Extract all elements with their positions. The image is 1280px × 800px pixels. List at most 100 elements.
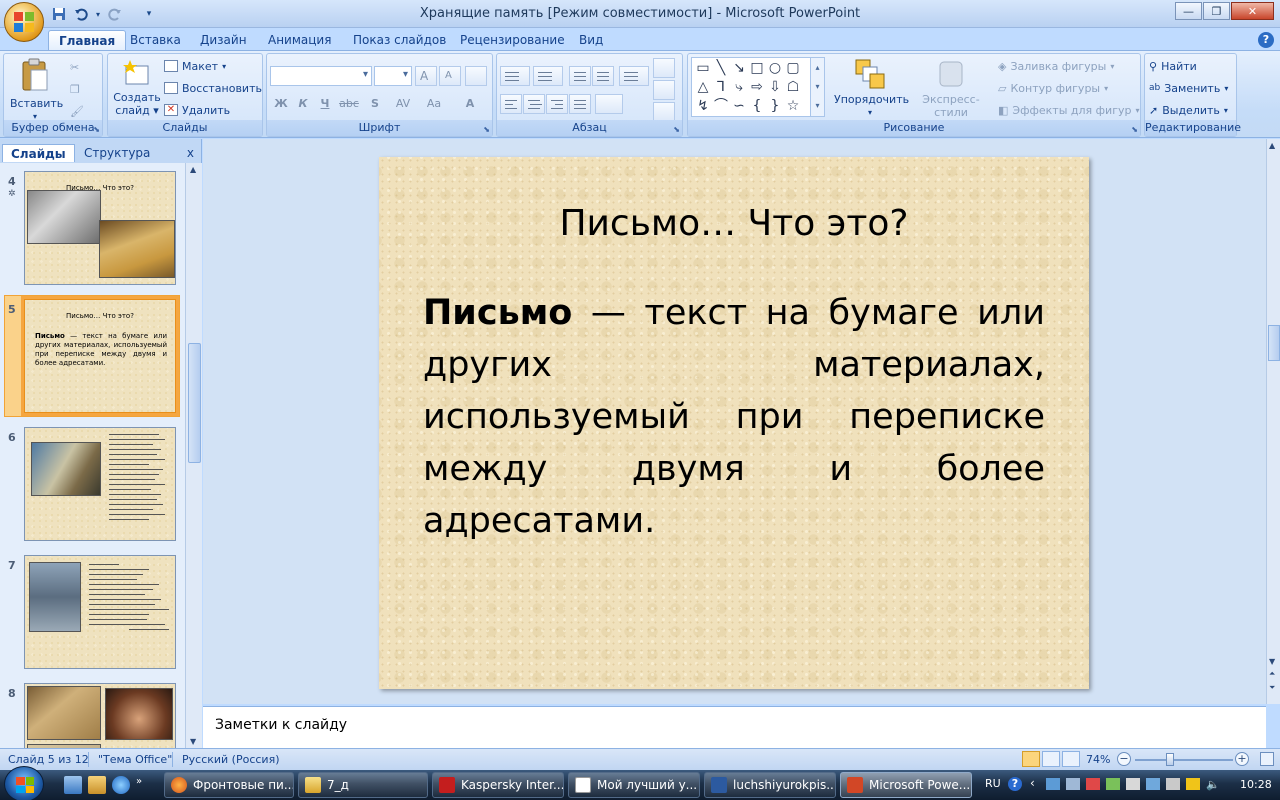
shrink-font-button[interactable]: A bbox=[439, 66, 461, 86]
thumbnail-scrollbar[interactable]: ▲ ▼ bbox=[185, 163, 202, 748]
align-left-button[interactable] bbox=[500, 94, 522, 114]
tab-view[interactable]: Вид bbox=[569, 30, 613, 50]
rectangle-shape-icon[interactable]: □ bbox=[748, 59, 766, 77]
delete-button[interactable]: ✕ Удалить bbox=[164, 101, 230, 119]
zoom-slider-thumb[interactable] bbox=[1165, 753, 1174, 766]
arrow-line-shape-icon[interactable]: ↘ bbox=[730, 59, 748, 77]
left-brace-shape-icon[interactable]: { bbox=[748, 97, 766, 115]
show-desktop-icon[interactable] bbox=[64, 776, 82, 794]
font-color-button[interactable]: A bbox=[457, 94, 483, 114]
antivirus-tray-icon[interactable] bbox=[1086, 778, 1100, 790]
slide-thumbnail-8[interactable] bbox=[24, 683, 176, 748]
elbow-connector-shape-icon[interactable]: ⅂ bbox=[712, 78, 730, 96]
underline-button[interactable]: Ч bbox=[315, 94, 335, 114]
slide-thumbnail-6[interactable] bbox=[24, 427, 176, 541]
clock[interactable]: 10:28 bbox=[1240, 778, 1272, 800]
rounded-rect-shape-icon[interactable]: ▢ bbox=[784, 59, 802, 77]
align-text-button[interactable] bbox=[653, 80, 675, 100]
replace-button[interactable]: ab Заменить ▾ bbox=[1149, 79, 1228, 97]
columns-button[interactable] bbox=[595, 94, 623, 114]
decrease-indent-button[interactable] bbox=[569, 66, 591, 86]
current-slide[interactable]: Письмо… Что это? Письмо — текст на бумаг… bbox=[379, 157, 1089, 689]
scroll-down-icon[interactable]: ▼ bbox=[190, 737, 196, 746]
paragraph-launcher-icon[interactable]: ⬊ bbox=[673, 125, 680, 134]
drawing-launcher-icon[interactable]: ⬊ bbox=[1131, 125, 1138, 134]
quicklaunch-expand-icon[interactable]: » bbox=[136, 776, 154, 794]
paste-button[interactable]: Вставить ▾ bbox=[10, 58, 63, 123]
slide-scroll-thumb[interactable] bbox=[1268, 325, 1280, 361]
font-family-combo[interactable] bbox=[270, 66, 372, 86]
format-painter-icon[interactable]: 🖌 bbox=[70, 102, 84, 120]
clipboard-launcher-icon[interactable]: ⬊ bbox=[93, 125, 100, 134]
strikethrough-button[interactable]: abc bbox=[339, 94, 359, 114]
tab-design[interactable]: Дизайн bbox=[190, 30, 257, 50]
shape-outline-button[interactable]: ▱ Контур фигуры ▾ bbox=[998, 79, 1108, 97]
zoom-level[interactable]: 74% bbox=[1086, 753, 1110, 766]
tab-home[interactable]: Главная bbox=[48, 30, 127, 50]
zoom-in-button[interactable]: + bbox=[1235, 752, 1249, 766]
windows-explorer-icon[interactable] bbox=[88, 776, 106, 794]
line-shape-icon[interactable]: ╲ bbox=[712, 59, 730, 77]
change-case-button[interactable]: Aa bbox=[421, 94, 447, 114]
previous-slide-icon[interactable]: ⏶ bbox=[1269, 669, 1275, 679]
theme-name[interactable]: "Тема Office" bbox=[98, 753, 172, 766]
tray-app-icon[interactable] bbox=[1166, 778, 1180, 790]
new-slide-button[interactable]: Создать слайд ▾ bbox=[110, 58, 164, 117]
char-spacing-button[interactable]: AV bbox=[389, 94, 417, 114]
star-shape-icon[interactable]: ☆ bbox=[784, 97, 802, 115]
volume-icon[interactable]: 🔈 bbox=[1206, 778, 1220, 791]
tray-expand-icon[interactable]: ‹ bbox=[1030, 776, 1035, 800]
slide-body-text[interactable]: Письмо — текст на бумаге или других мате… bbox=[423, 287, 1045, 547]
arc-shape-icon[interactable]: ⌒ bbox=[712, 97, 730, 115]
textbox-shape-icon[interactable]: ▭ bbox=[694, 59, 712, 77]
tab-slideshow[interactable]: Показ слайдов bbox=[343, 30, 456, 50]
tab-insert[interactable]: Вставка bbox=[120, 30, 191, 50]
tab-slides[interactable]: Слайды bbox=[2, 144, 75, 162]
tray-app-icon[interactable] bbox=[1186, 778, 1200, 790]
shape-fill-button[interactable]: ◈ Заливка фигуры ▾ bbox=[998, 57, 1114, 75]
office-button[interactable] bbox=[4, 2, 44, 42]
taskbar-item-document[interactable]: Мой лучший у... bbox=[568, 772, 700, 798]
tab-review[interactable]: Рецензирование bbox=[450, 30, 575, 50]
right-brace-shape-icon[interactable]: } bbox=[766, 97, 784, 115]
thumbnail-scroll-thumb[interactable] bbox=[188, 343, 201, 463]
close-button[interactable]: ✕ bbox=[1231, 2, 1274, 20]
reset-button[interactable]: Восстановить bbox=[164, 79, 262, 97]
font-size-combo[interactable] bbox=[374, 66, 412, 86]
notes-pane[interactable]: Заметки к слайду bbox=[203, 706, 1266, 748]
tab-animation[interactable]: Анимация bbox=[258, 30, 341, 50]
justify-button[interactable] bbox=[569, 94, 591, 114]
slide-thumbnail-4[interactable]: Письмо… Что это? bbox=[24, 171, 176, 285]
layout-button[interactable]: Макет ▾ bbox=[164, 57, 226, 75]
network-icon[interactable] bbox=[1046, 778, 1060, 790]
increase-indent-button[interactable] bbox=[592, 66, 614, 86]
find-button[interactable]: ⚲ Найти bbox=[1149, 57, 1197, 75]
cut-icon[interactable]: ✂ bbox=[70, 58, 79, 76]
zoom-slider[interactable] bbox=[1135, 759, 1233, 761]
scroll-up-icon[interactable]: ▲ bbox=[190, 165, 196, 174]
down-arrow-shape-icon[interactable]: ⇩ bbox=[766, 78, 784, 96]
shapes-gallery-scroll[interactable]: ▴ ▾ ▾ bbox=[810, 58, 824, 116]
close-panel-icon[interactable]: x bbox=[187, 146, 194, 160]
tray-app-icon[interactable] bbox=[1106, 778, 1120, 790]
taskbar-item-kaspersky[interactable]: Kaspersky Inter... bbox=[432, 772, 564, 798]
start-button[interactable] bbox=[4, 766, 44, 800]
taskbar-item-word[interactable]: luchshiyurokpis... bbox=[704, 772, 836, 798]
shadow-button[interactable]: S bbox=[365, 94, 385, 114]
triangle-shape-icon[interactable]: △ bbox=[694, 78, 712, 96]
tray-app-icon[interactable] bbox=[1146, 778, 1160, 790]
italic-button[interactable]: К bbox=[293, 94, 313, 114]
slide-thumbnail-5[interactable]: Письмо… Что это? Письмо — текст на бумаг… bbox=[21, 296, 179, 416]
maximize-button[interactable]: ❐ bbox=[1203, 2, 1230, 20]
slide-title[interactable]: Письмо… Что это? bbox=[379, 203, 1089, 244]
normal-view-button[interactable] bbox=[1022, 751, 1040, 767]
text-direction-button[interactable] bbox=[653, 58, 675, 78]
next-slide-icon[interactable]: ⏷ bbox=[1269, 683, 1275, 693]
internet-explorer-icon[interactable] bbox=[112, 776, 130, 794]
zoom-out-button[interactable]: − bbox=[1117, 752, 1131, 766]
help-icon[interactable]: ? bbox=[1258, 32, 1274, 48]
language-bar[interactable]: RU bbox=[985, 777, 1001, 800]
numbering-button[interactable] bbox=[533, 66, 563, 86]
slide-thumbnail-7[interactable] bbox=[24, 555, 176, 669]
tray-app-icon[interactable] bbox=[1126, 778, 1140, 790]
